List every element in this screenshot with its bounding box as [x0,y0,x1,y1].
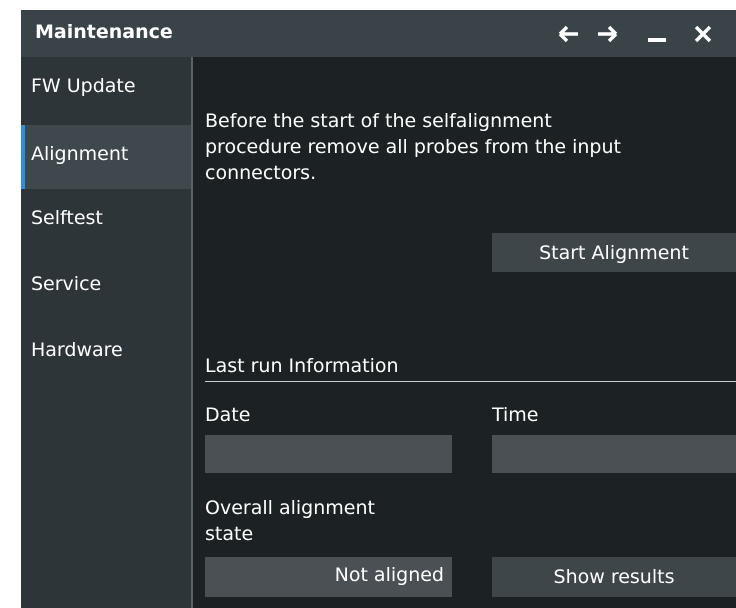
arrow-left-icon[interactable] [555,20,583,48]
section-divider [205,381,736,382]
last-run-heading: Last run Information [205,355,399,377]
sidebar-item-label: Service [31,273,102,295]
state-label-line: Overall alignment [205,497,375,519]
instruction-line: connectors. [205,162,317,184]
alignment-state-value: Not aligned [334,564,444,586]
alignment-instructions: Before the start of the selfalignment pr… [205,108,725,186]
close-icon[interactable] [689,20,717,48]
time-label: Time [492,404,539,426]
sidebar-item-hardware[interactable]: Hardware [21,321,191,385]
date-field [205,435,452,473]
dialog-title: Maintenance [35,21,173,43]
maintenance-dialog: Maintenance FW Update Alignment Selftest… [21,10,736,608]
sidebar-item-label: Hardware [31,339,123,361]
sidebar-item-fw-update[interactable]: FW Update [21,57,191,121]
minimize-icon[interactable] [643,20,671,48]
sidebar: FW Update Alignment Selftest Service Har… [21,57,191,608]
alignment-state-field: Not aligned [205,557,452,597]
sidebar-item-label: FW Update [31,75,136,97]
show-results-button[interactable]: Show results [492,557,736,597]
state-label-line: state [205,523,254,545]
sidebar-item-label: Alignment [31,143,129,165]
alignment-state-label: Overall alignment state [205,495,375,547]
instruction-line: Before the start of the selfalignment [205,110,552,132]
arrow-right-icon[interactable] [593,20,621,48]
time-field [492,435,736,473]
date-label: Date [205,404,251,426]
sidebar-item-alignment[interactable]: Alignment [21,125,191,189]
instruction-line: procedure remove all probes from the inp… [205,136,621,158]
start-alignment-button[interactable]: Start Alignment [492,233,736,272]
sidebar-item-service[interactable]: Service [21,255,191,319]
alignment-panel: Before the start of the selfalignment pr… [193,57,736,608]
sidebar-item-selftest[interactable]: Selftest [21,189,191,253]
sidebar-item-label: Selftest [31,207,103,229]
title-bar[interactable]: Maintenance [21,10,736,57]
